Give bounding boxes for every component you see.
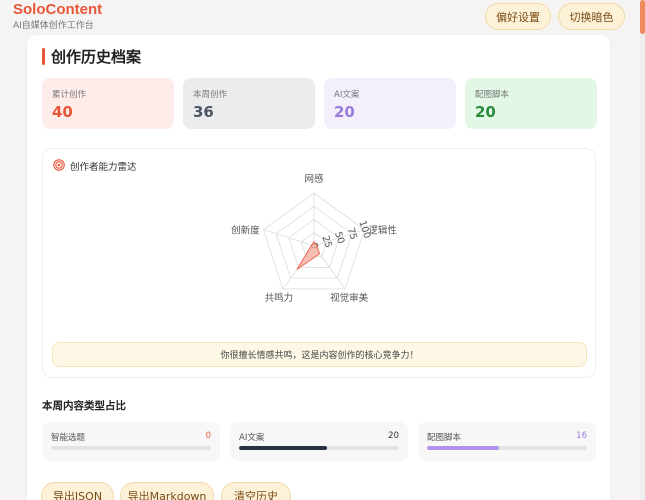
type-card-image-script: 配图脚本 16 <box>418 422 596 461</box>
type-card-ai-copy: AI文案 20 <box>230 422 408 461</box>
radar-tip: 你很擅长情感共鸣，这是内容创作的核心竞争力！ <box>52 342 587 367</box>
stat-label: 配图脚本 <box>475 90 510 100</box>
radar-axis-label: 创新度 <box>231 225 260 237</box>
stat-card-total: 累计创作 40 <box>42 78 174 129</box>
app-subtitle: AI自媒体创作工作台 <box>13 21 94 31</box>
stat-value: 36 <box>193 103 214 121</box>
radar-axis-label: 网感 <box>304 173 324 185</box>
stat-card-ai-copy: AI文案 20 <box>324 78 456 129</box>
radar-tick-label: 75 <box>345 226 359 241</box>
type-progress-track <box>51 446 211 450</box>
type-card-topic: 智能选题 0 <box>42 422 220 461</box>
page-scrollbar[interactable] <box>640 0 645 500</box>
stat-value: 40 <box>52 103 73 121</box>
page-title: 创作历史档案 <box>51 48 142 66</box>
export-json-button[interactable]: 导出JSON <box>41 482 114 500</box>
radar-tick-label: 25 <box>320 234 334 249</box>
theme-toggle-button[interactable]: 切换暗色 <box>558 3 625 30</box>
type-count: 16 <box>576 431 587 441</box>
type-label: 智能选题 <box>51 433 86 443</box>
stat-value: 20 <box>334 103 355 121</box>
type-label: AI文案 <box>239 433 265 443</box>
clear-history-button[interactable]: 清空历史 <box>221 482 291 500</box>
type-progress-fill <box>239 446 327 450</box>
radar-chart: 0255075100网感逻辑性视觉审美共鸣力创新度 <box>231 173 397 304</box>
type-count: 0 <box>205 431 211 441</box>
app-logo-title[interactable]: SoloContent <box>13 1 102 18</box>
top-bar: SoloContent AI自媒体创作工作台 偏好设置 切换暗色 <box>0 0 645 34</box>
history-card: 创作历史档案 累计创作 40 本周创作 36 AI文案 20 配图脚本 20 创… <box>27 35 610 500</box>
radar-axis-label: 逻辑性 <box>368 225 397 237</box>
stat-card-image-script: 配图脚本 20 <box>465 78 597 129</box>
stat-label: 本周创作 <box>193 90 228 100</box>
radar-axis-label: 共鸣力 <box>265 292 294 304</box>
distribution-title: 本周内容类型占比 <box>42 400 126 412</box>
title-accent-bar <box>42 48 45 65</box>
radar-panel: 创作者能力雷达 0255075100网感逻辑性视觉审美共鸣力创新度 你很擅长情感… <box>42 148 596 378</box>
scrollbar-thumb[interactable] <box>640 0 645 34</box>
stat-value: 20 <box>475 103 496 121</box>
type-label: 配图脚本 <box>427 433 462 443</box>
stat-label: 累计创作 <box>52 90 87 100</box>
radar-axis-label: 视觉审美 <box>330 292 369 304</box>
preferences-button[interactable]: 偏好设置 <box>485 3 551 30</box>
export-markdown-button[interactable]: 导出Markdown <box>120 482 214 500</box>
type-progress-fill <box>427 446 499 450</box>
stat-label: AI文案 <box>334 90 360 100</box>
type-progress-track <box>427 446 587 450</box>
type-progress-track <box>239 446 399 450</box>
type-count: 20 <box>388 431 399 441</box>
stat-card-week: 本周创作 36 <box>183 78 315 129</box>
radar-tick-label: 50 <box>332 230 346 245</box>
